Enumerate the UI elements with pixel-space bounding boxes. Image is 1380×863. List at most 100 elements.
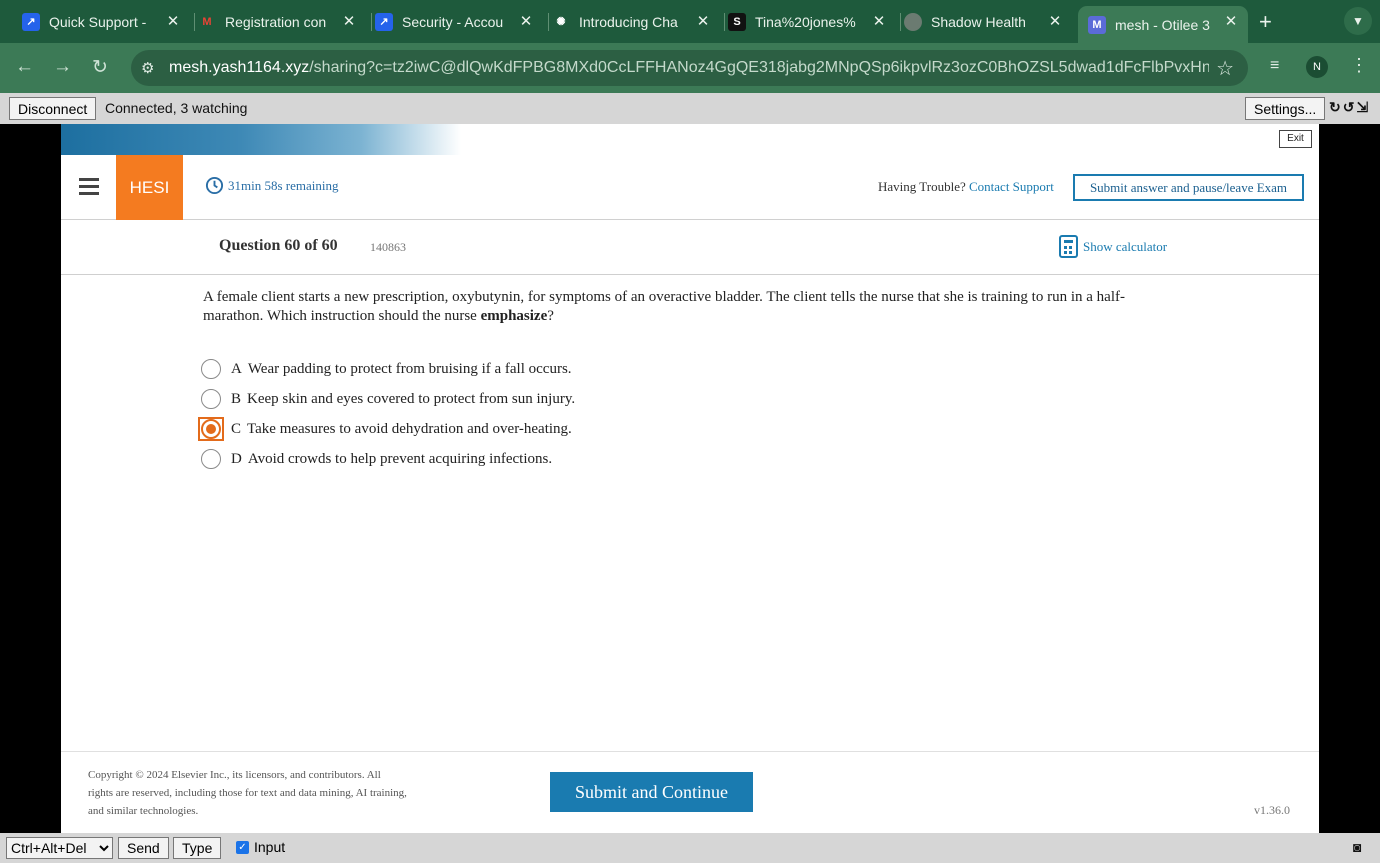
new-tab-icon[interactable]: + [1259,9,1272,35]
close-tab-icon[interactable]: ✕ [340,12,358,30]
browser-tab-registration[interactable]: M Registration con ✕ [198,6,366,37]
submit-pause-button[interactable]: Submit answer and pause/leave Exam [1073,174,1304,201]
rotate-and-fit-icons[interactable]: ↻↺⇲ [1329,99,1370,116]
disconnect-button[interactable]: Disconnect [9,97,97,120]
option-text: Keep skin and eyes covered to protect fr… [247,390,576,407]
header-banner-image [61,124,461,155]
browser-tab-quick-support[interactable]: ↗ Quick Support - ✕ [22,6,190,37]
tab-title: Security - Accou [402,13,504,30]
timer-text: 31min 58s remaining [228,177,339,193]
tab-title: mesh - Otilee 3 [1115,16,1210,33]
submit-and-continue-button[interactable]: Submit and Continue [550,772,753,812]
version-label: v1.36.0 [1254,803,1290,817]
browser-tab-tina-jones[interactable]: S Tina%20jones% ✕ [728,6,896,37]
stem-emphasis: emphasize [480,308,548,324]
tina-favicon-icon: S [728,12,746,31]
stem-text: A female client starts a new prescriptio… [203,289,1125,324]
option-text: Avoid crowds to help prevent acquiring i… [247,450,553,467]
tab-title: Registration con [225,13,327,30]
exam-app-bar: HESI 31min 58s remaining Having Trouble?… [61,155,1319,220]
radio-d[interactable] [201,449,221,469]
close-tab-icon[interactable]: ✕ [870,12,888,30]
back-arrow-icon[interactable]: ← [15,56,34,78]
copyright-text: Copyright © 2024 Elsevier Inc., its lice… [88,769,407,817]
close-tab-icon[interactable]: ✕ [1222,12,1240,30]
connection-status: Connected, 3 watching [105,100,248,116]
contact-support-link[interactable]: Contact Support [969,179,1054,194]
question-stem: A female client starts a new prescriptio… [203,288,1143,326]
answer-option-b[interactable]: B Keep skin and eyes covered to protect … [201,384,575,414]
option-letter: A [231,360,242,377]
exam-timer: 31min 58s remaining [205,176,339,195]
tab-search-chevron-icon[interactable]: ▼ [1344,7,1372,35]
security-favicon-icon: ↗ [375,12,393,31]
tab-title: Introducing Cha [579,13,678,30]
option-text: Wear padding to protect from bruising if… [247,360,572,377]
address-bar[interactable]: ⚙ mesh.yash1164.xyz/sharing?c=tz2iwC@dlQ… [131,50,1248,86]
profile-avatar[interactable]: N [1306,56,1328,78]
stem-end: ? [547,308,554,324]
media-controls-icon[interactable]: ≡ [1270,57,1279,75]
mesh-favicon-icon: M [1088,15,1106,34]
connection-bar: Disconnect Connected, 3 watching Setting… [0,93,1380,124]
option-letter: D [231,450,242,467]
tab-separator [371,13,372,31]
settings-button[interactable]: Settings... [1245,97,1326,120]
site-settings-icon[interactable]: ⚙ [141,59,154,77]
clock-icon [205,176,224,195]
question-header: Question 60 of 60 140863 Show calculator [61,220,1319,275]
show-calculator-label: Show calculator [1083,238,1168,254]
option-letter: B [231,390,242,407]
bottom-control-bar: Ctrl+Alt+Del Send Type ✓ Input ◙ [0,833,1380,863]
tab-separator [724,13,725,31]
having-trouble: Having Trouble? Contact Support [878,179,1054,195]
exit-button[interactable]: Exit [1279,130,1312,148]
show-calculator-button[interactable]: Show calculator [1059,235,1167,258]
tab-title: Tina%20jones% [755,13,856,30]
checkbox-checked-icon[interactable]: ✓ [236,840,249,854]
footer-divider [61,751,1319,752]
answer-option-d[interactable]: D Avoid crowds to help prevent acquiring… [201,444,575,474]
input-checkbox[interactable]: ✓ Input [236,839,285,855]
browser-tab-introducing[interactable]: ✺ Introducing Cha ✕ [552,6,720,37]
trouble-text: Having Trouble? [878,179,966,194]
answer-option-c[interactable]: C Take measures to avoid dehydration and… [198,414,575,444]
globe-icon [904,12,922,31]
send-button[interactable]: Send [118,837,169,859]
reload-icon[interactable]: ↻ [92,56,108,79]
quick-support-favicon-icon: ↗ [22,12,40,31]
url-host: mesh.yash1164.xyz [169,59,310,76]
question-id: 140863 [370,240,406,254]
hesi-logo: HESI [116,155,183,220]
forward-arrow-icon[interactable]: → [53,56,72,78]
browser-toolbar: ← → ↻ ⚙ mesh.yash1164.xyz/sharing?c=tz2i… [0,43,1380,93]
radio-c-selected[interactable] [201,419,221,439]
tab-title: Quick Support - [49,13,147,30]
hamburger-menu-icon[interactable] [79,178,99,195]
camera-icon[interactable]: ◙ [1353,839,1361,855]
option-letter: C [231,420,242,437]
browser-tab-shadow-health[interactable]: Shadow Health ✕ [904,6,1072,37]
tab-separator [900,13,901,31]
key-combo-select[interactable]: Ctrl+Alt+Del [6,837,113,859]
openai-icon: ✺ [556,16,566,28]
bookmark-star-icon[interactable]: ☆ [1216,56,1234,81]
gmail-icon: M [202,15,212,28]
close-tab-icon[interactable]: ✕ [164,12,182,30]
radio-a[interactable] [201,359,221,379]
browser-tab-strip: ↗ Quick Support - ✕ M Registration con ✕… [0,0,1380,43]
browser-menu-icon[interactable]: ⋮ [1350,55,1368,76]
tab-separator [548,13,549,31]
question-number: Question 60 of 60 [219,237,338,254]
tab-separator [194,13,195,31]
url-text[interactable]: mesh.yash1164.xyz/sharing?c=tz2iwC@dlQwK… [169,59,1209,77]
radio-b[interactable] [201,389,221,409]
browser-tab-mesh[interactable]: M mesh - Otilee 3 ✕ [1078,6,1248,43]
close-tab-icon[interactable]: ✕ [1046,12,1064,30]
close-tab-icon[interactable]: ✕ [517,12,535,30]
type-button[interactable]: Type [173,837,222,859]
answer-options: A Wear padding to protect from bruising … [198,354,575,474]
close-tab-icon[interactable]: ✕ [694,12,712,30]
answer-option-a[interactable]: A Wear padding to protect from bruising … [201,354,575,384]
browser-tab-security[interactable]: ↗ Security - Accou ✕ [375,6,543,37]
